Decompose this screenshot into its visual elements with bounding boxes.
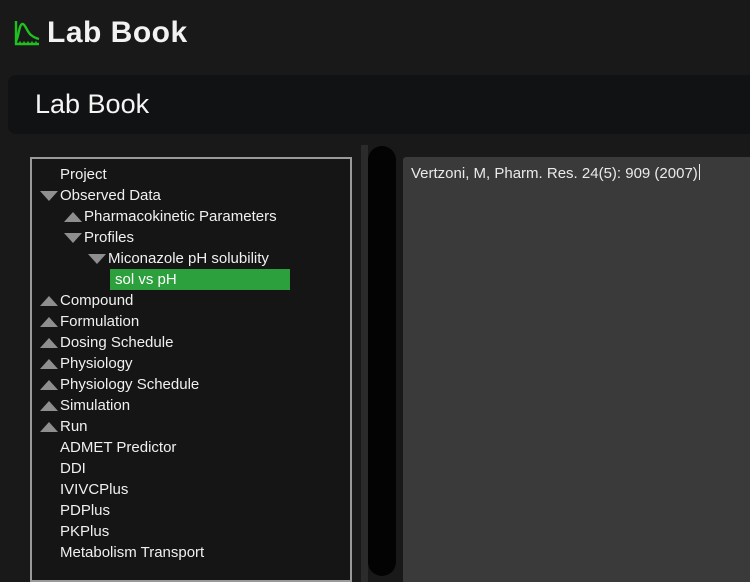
triangle-up-icon [40,380,58,390]
tree-row[interactable]: Project [32,164,350,185]
triangle-up-icon [40,401,58,411]
tree-row[interactable]: IVIVCPlus [32,479,350,500]
triangle-down-icon [64,233,82,243]
tree-arrow-spacer [38,542,60,563]
tree-item-label[interactable]: IVIVCPlus [60,479,128,500]
tree-expand-toggle[interactable] [38,395,60,416]
tree-item-label[interactable]: Project [60,164,107,185]
triangle-up-icon [40,359,58,369]
splitter-handle[interactable] [368,146,396,576]
tree-expand-toggle[interactable] [38,374,60,395]
tree-arrow-spacer [38,164,60,185]
selected-tree-item-label[interactable]: sol vs pH [110,269,290,290]
tree-row[interactable]: DDI [32,458,350,479]
tree-expand-toggle[interactable] [62,227,84,248]
tree-item-label[interactable]: Simulation [60,395,130,416]
triangle-down-icon [40,191,58,201]
tree-row[interactable]: Simulation [32,395,350,416]
triangle-up-icon [40,422,58,432]
tree-expand-toggle[interactable] [86,248,108,269]
tree-item-label[interactable]: Dosing Schedule [60,332,173,353]
tree-item-label[interactable]: Physiology [60,353,133,374]
tree-expand-toggle[interactable] [62,206,84,227]
tree-expand-toggle[interactable] [38,416,60,437]
tree-expand-toggle[interactable] [38,332,60,353]
tree-expand-toggle[interactable] [38,353,60,374]
tree-row[interactable]: Observed Data [32,185,350,206]
tree-item-label[interactable]: Formulation [60,311,139,332]
tree-expand-toggle[interactable] [38,185,60,206]
tree-row[interactable]: Compound [32,290,350,311]
tree-row[interactable]: PKPlus [32,521,350,542]
tree-arrow-spacer [38,500,60,521]
tree-row[interactable]: Physiology Schedule [32,374,350,395]
triangle-up-icon [64,212,82,222]
splitter-track [361,145,368,582]
note-text[interactable]: Vertzoni, M, Pharm. Res. 24(5): 909 (200… [411,165,698,182]
tree-row[interactable]: Pharmacokinetic Parameters [32,206,350,227]
labbook-bar-title: Lab Book [8,89,149,120]
tree-item-label[interactable]: PDPlus [60,500,110,521]
labbook-bar: Lab Book [8,75,750,134]
tree-expand-toggle[interactable] [38,290,60,311]
text-cursor [699,164,701,180]
tree-item-label[interactable]: Compound [60,290,133,311]
tree-item-label[interactable]: PKPlus [60,521,109,542]
tree-arrow-spacer [38,521,60,542]
tree-arrow-spacer [38,437,60,458]
tree-expand-toggle[interactable] [38,311,60,332]
tree-item-label[interactable]: Profiles [84,227,134,248]
tree-row[interactable]: Physiology [32,353,350,374]
app-header: Lab Book [0,0,750,66]
tree-item-label[interactable]: DDI [60,458,86,479]
tree-item-label[interactable]: Run [60,416,88,437]
tree-item-label[interactable]: ADMET Predictor [60,437,176,458]
tree-item-label[interactable]: Pharmacokinetic Parameters [84,206,277,227]
navigation-tree-panel[interactable]: ProjectObserved DataPharmacokinetic Para… [30,157,352,582]
triangle-down-icon [88,254,106,264]
tree-item-label[interactable]: Miconazole pH solubility [108,248,269,269]
triangle-up-icon [40,317,58,327]
triangle-up-icon [40,338,58,348]
tree-item-label[interactable]: Physiology Schedule [60,374,199,395]
tree-row[interactable]: Miconazole pH solubility [32,248,350,269]
tree-arrow-spacer [38,458,60,479]
tree-item-label[interactable]: Metabolism Transport [60,542,204,563]
tree-row[interactable]: Formulation [32,311,350,332]
tree-row[interactable]: Run [32,416,350,437]
triangle-up-icon [40,296,58,306]
tree-arrow-spacer [38,479,60,500]
tree-row[interactable]: sol vs pH [32,269,350,290]
note-editor-panel[interactable]: Vertzoni, M, Pharm. Res. 24(5): 909 (200… [403,157,750,582]
tree-item-label[interactable]: Observed Data [60,185,161,206]
tree-row[interactable]: ADMET Predictor [32,437,350,458]
tree-row[interactable]: Dosing Schedule [32,332,350,353]
tree-row[interactable]: Metabolism Transport [32,542,350,563]
tree-row[interactable]: PDPlus [32,500,350,521]
app-title: Lab Book [47,16,188,50]
pk-curve-chart-icon [12,18,42,48]
tree-row[interactable]: Profiles [32,227,350,248]
